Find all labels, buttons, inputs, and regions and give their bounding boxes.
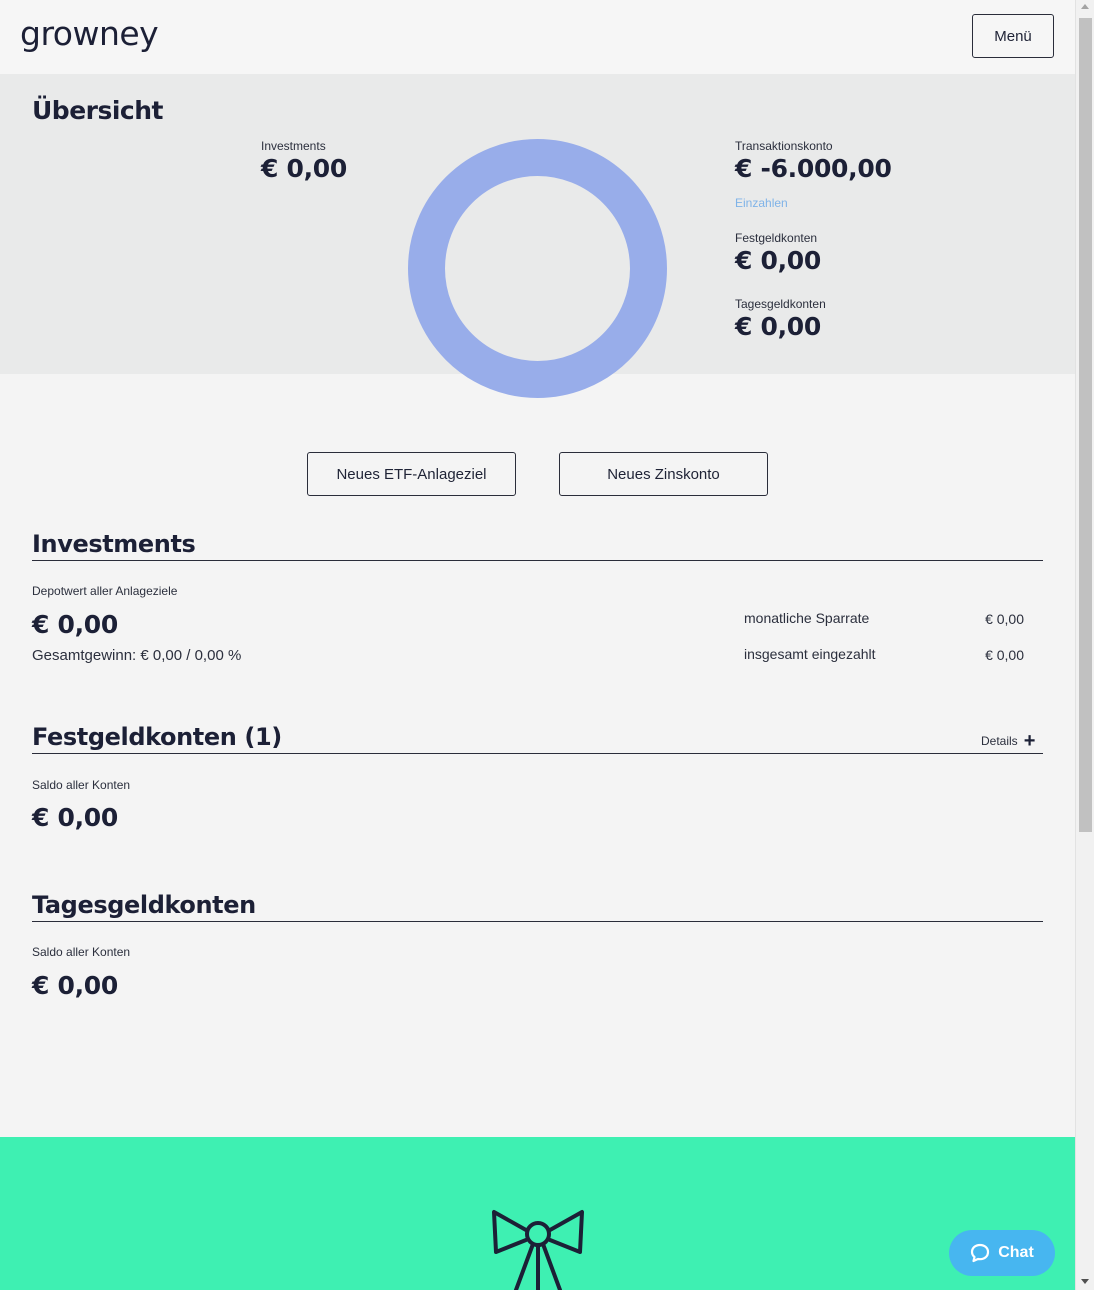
investments-divider xyxy=(32,560,1043,561)
details-label: Details xyxy=(981,734,1018,748)
gesamtgewinn-text: Gesamtgewinn: € 0,00 / 0,00 % xyxy=(32,647,242,664)
transaktionskonto-label: Transaktionskonto xyxy=(735,139,833,153)
festgeld-saldo-label: Saldo aller Konten xyxy=(32,778,131,792)
overview-investments-label: Investments xyxy=(261,139,326,153)
einzahlen-link[interactable]: Einzahlen xyxy=(735,196,788,210)
depot-label: Depotwert aller Anlageziele xyxy=(32,584,178,598)
growney-logo[interactable]: growney xyxy=(20,14,159,53)
tagesgeld-divider xyxy=(32,921,1043,922)
festgeld-section-title: Festgeldkonten (1) xyxy=(32,723,282,751)
new-etf-goal-button[interactable]: Neues ETF-Anlageziel xyxy=(307,452,516,496)
tagesgeld-saldo-value: € 0,00 xyxy=(32,971,118,1000)
festgeld-divider xyxy=(32,753,1043,754)
eingezahlt-value: € 0,00 xyxy=(985,647,1024,663)
investments-section-title: Investments xyxy=(32,530,196,558)
overview-title: Übersicht xyxy=(32,96,164,125)
overview-festgeld-value: € 0,00 xyxy=(735,246,821,275)
donut-ring xyxy=(408,139,667,398)
overview-donut-chart xyxy=(408,139,667,398)
scroll-thumb[interactable] xyxy=(1079,18,1092,832)
tagesgeld-saldo-label: Saldo aller Konten xyxy=(32,945,131,959)
chat-label: Chat xyxy=(998,1244,1034,1261)
overview-investments-value: € 0,00 xyxy=(261,154,347,183)
depot-value: € 0,00 xyxy=(32,610,118,639)
dashboard-page: growney Menü Übersicht Investments € 0,0… xyxy=(0,0,1075,1290)
vertical-scrollbar[interactable] xyxy=(1075,0,1094,1290)
festgeld-saldo-value: € 0,00 xyxy=(32,803,118,832)
transaktionskonto-value: € -6.000,00 xyxy=(735,154,892,183)
plus-icon: + xyxy=(1023,730,1036,752)
chat-button[interactable]: Chat xyxy=(949,1230,1055,1276)
scroll-down-icon[interactable] xyxy=(1081,1279,1089,1284)
new-interest-account-button[interactable]: Neues Zinskonto xyxy=(559,452,768,496)
sparrate-value: € 0,00 xyxy=(985,611,1024,627)
overview-tagesgeld-label: Tagesgeldkonten xyxy=(735,297,826,311)
eingezahlt-label: insgesamt eingezahlt xyxy=(744,646,876,662)
bow-tie-icon xyxy=(492,1210,584,1290)
scroll-up-icon[interactable] xyxy=(1081,4,1089,9)
overview-festgeld-label: Festgeldkonten xyxy=(735,231,818,245)
festgeld-details-toggle[interactable]: Details + xyxy=(981,730,1036,752)
menu-button[interactable]: Menü xyxy=(972,14,1054,58)
tagesgeld-section-title: Tagesgeldkonten xyxy=(32,891,256,919)
top-header: growney Menü xyxy=(0,0,1075,74)
overview-tagesgeld-value: € 0,00 xyxy=(735,312,821,341)
sparrate-label: monatliche Sparrate xyxy=(744,610,870,626)
chat-bubble-icon xyxy=(971,1243,990,1263)
